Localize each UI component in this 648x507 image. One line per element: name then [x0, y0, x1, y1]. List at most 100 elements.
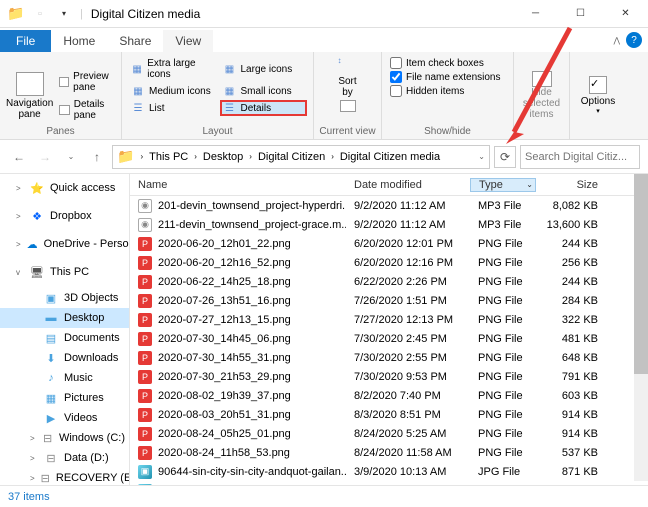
sidebar-item[interactable]: >⊟Windows (C:) — [0, 428, 129, 448]
tab-home[interactable]: Home — [51, 30, 107, 52]
file-row[interactable]: P2020-07-30_21h53_29.png7/30/2020 9:53 P… — [130, 367, 648, 386]
file-row[interactable]: P2020-08-03_20h51_31.png8/3/2020 8:51 PM… — [130, 405, 648, 424]
file-icon: P — [138, 237, 152, 251]
back-button[interactable]: ← — [8, 146, 30, 168]
file-row[interactable]: P2020-07-30_14h55_31.png7/30/2020 2:55 P… — [130, 348, 648, 367]
breadcrumb-dropdown-icon[interactable]: ⌄ — [478, 152, 485, 161]
file-name-extensions-checkbox[interactable]: File name extensions — [388, 70, 507, 84]
file-row[interactable]: P2020-06-20_12h16_52.png6/20/2020 12:16 … — [130, 253, 648, 272]
file-name: 245289.jpg — [158, 485, 212, 486]
qat-placeholder-icon: ▫ — [32, 6, 48, 22]
file-row[interactable]: P2020-08-24_11h58_53.png8/24/2020 11:58 … — [130, 443, 648, 462]
scrollbar-thumb[interactable] — [634, 174, 648, 374]
sm-icons-icon: ▦ — [223, 85, 237, 97]
recent-locations-button[interactable]: ⌄ — [60, 146, 82, 168]
sidebar-item[interactable]: ▣3D Objects — [0, 288, 129, 308]
column-header-name[interactable]: Name — [130, 179, 346, 191]
sidebar-item[interactable]: ⬇Downloads — [0, 348, 129, 368]
maximize-button[interactable]: ☐ — [558, 0, 603, 28]
breadcrumb-segment[interactable]: Digital Citizen media — [338, 151, 442, 163]
sidebar-item[interactable]: >⊟Data (D:) — [0, 448, 129, 468]
sort-icon: ↕ — [338, 56, 358, 76]
file-icon: P — [138, 256, 152, 270]
sidebar-item[interactable]: ▦Pictures — [0, 388, 129, 408]
expand-icon[interactable]: > — [16, 184, 24, 193]
sidebar-item[interactable]: ▤Documents — [0, 328, 129, 348]
tab-view[interactable]: View — [163, 30, 213, 52]
hidden-items-checkbox[interactable]: Hidden items — [388, 84, 507, 98]
file-row[interactable]: P2020-06-20_12h01_22.png6/20/2020 12:01 … — [130, 234, 648, 253]
up-button[interactable]: ↑ — [86, 146, 108, 168]
file-row[interactable]: P2020-07-26_13h51_16.png7/26/2020 1:51 P… — [130, 291, 648, 310]
file-row[interactable]: ◉211-devin_townsend_project-grace.m...9/… — [130, 215, 648, 234]
file-row[interactable]: P2020-08-24_05h25_01.png8/24/2020 5:25 A… — [130, 424, 648, 443]
sidebar-item[interactable]: >☁OneDrive - Person — [0, 234, 129, 254]
search-input[interactable] — [520, 145, 640, 169]
column-header-date[interactable]: Date modified — [346, 179, 470, 191]
layout-group-label: Layout — [122, 126, 313, 137]
tree-item-icon: ▤ — [44, 331, 58, 345]
sidebar-item[interactable]: ▶Videos — [0, 408, 129, 428]
tab-file[interactable]: File — [0, 30, 51, 52]
file-row[interactable]: ◉201-devin_townsend_project-hyperdri...9… — [130, 196, 648, 215]
minimize-button[interactable]: ─ — [513, 0, 558, 28]
forward-button[interactable]: → — [34, 146, 56, 168]
file-size: 914 KB — [536, 409, 606, 421]
sidebar-item[interactable]: v🖥This PC — [0, 262, 129, 282]
sort-by-button[interactable]: ↕ Sort by — [338, 56, 358, 98]
expand-icon[interactable]: v — [16, 268, 24, 277]
collapse-ribbon-icon[interactable]: ⋀ — [613, 36, 620, 45]
navigation-pane-button[interactable]: Navigation pane — [6, 56, 53, 135]
sidebar-item[interactable]: ▬Desktop — [0, 308, 129, 328]
layout-small-icons[interactable]: ▦Small icons — [220, 83, 308, 99]
sidebar-item[interactable]: ♪Music — [0, 368, 129, 388]
preview-pane-button[interactable]: Preview pane — [57, 69, 115, 95]
layout-extra-large-icons[interactable]: ▦Extra large icons — [128, 56, 216, 82]
expand-icon[interactable]: > — [16, 240, 21, 249]
expand-icon[interactable]: > — [30, 434, 36, 443]
annotation-arrow — [498, 26, 580, 146]
details-pane-icon — [59, 105, 69, 115]
file-icon: ▣ — [138, 465, 152, 479]
tree-item-icon: 🖥 — [30, 265, 44, 279]
file-row[interactable]: ▣90644-sin-city-sin-city-andquot-gailan.… — [130, 462, 648, 481]
layout-list[interactable]: ☰List — [128, 100, 216, 116]
item-check-boxes-checkbox[interactable]: Item check boxes — [388, 56, 507, 70]
breadcrumb-segment[interactable]: Desktop — [201, 151, 245, 163]
file-date: 6/20/2020 12:01 PM — [346, 238, 470, 250]
column-header-size[interactable]: Size — [536, 179, 606, 191]
columns-icon[interactable] — [340, 100, 356, 112]
tree-item-icon: ⊟ — [41, 471, 50, 485]
sidebar-item[interactable]: >❖Dropbox — [0, 206, 129, 226]
details-pane-button[interactable]: Details pane — [57, 97, 115, 123]
layout-large-icons[interactable]: ▦Large icons — [220, 56, 308, 82]
file-row[interactable]: ▣245289.jpg2/29/2020 11:58 AMJPG File401… — [130, 481, 648, 485]
file-size: 8,082 KB — [536, 200, 606, 212]
vertical-scrollbar[interactable] — [634, 174, 648, 481]
layout-medium-icons[interactable]: ▦Medium icons — [128, 83, 216, 99]
qat-dropdown-icon[interactable]: ▾ — [56, 6, 72, 22]
layout-details[interactable]: ☰Details — [220, 100, 308, 116]
file-row[interactable]: P2020-06-22_14h25_18.png6/22/2020 2:26 P… — [130, 272, 648, 291]
sidebar-item[interactable]: >⊟RECOVERY (E:) — [0, 468, 129, 485]
file-date: 9/2/2020 11:12 AM — [346, 200, 470, 212]
chevron-down-icon: ▾ — [596, 107, 600, 115]
file-row[interactable]: P2020-08-02_19h39_37.png8/2/2020 7:40 PM… — [130, 386, 648, 405]
tab-share[interactable]: Share — [107, 30, 163, 52]
breadcrumb-segment[interactable]: This PC — [147, 151, 190, 163]
file-row[interactable]: P2020-07-30_14h45_06.png7/30/2020 2:45 P… — [130, 329, 648, 348]
expand-icon[interactable]: > — [30, 454, 38, 463]
refresh-button[interactable]: ⟳ — [494, 146, 516, 168]
file-date: 7/27/2020 12:13 PM — [346, 314, 470, 326]
sidebar-item[interactable]: >⭐Quick access — [0, 178, 129, 198]
close-button[interactable]: ✕ — [603, 0, 648, 28]
expand-icon[interactable]: > — [30, 474, 35, 483]
file-size: 13,600 KB — [536, 219, 606, 231]
breadcrumb[interactable]: 📁 › This PC› Desktop› Digital Citizen› D… — [112, 145, 490, 169]
file-type: PNG File — [470, 333, 536, 345]
file-row[interactable]: P2020-07-27_12h13_15.png7/27/2020 12:13 … — [130, 310, 648, 329]
column-header-type[interactable]: Type⌄ — [470, 178, 536, 192]
expand-icon[interactable]: > — [16, 212, 24, 221]
breadcrumb-segment[interactable]: Digital Citizen — [256, 151, 327, 163]
help-icon[interactable]: ? — [626, 32, 642, 48]
